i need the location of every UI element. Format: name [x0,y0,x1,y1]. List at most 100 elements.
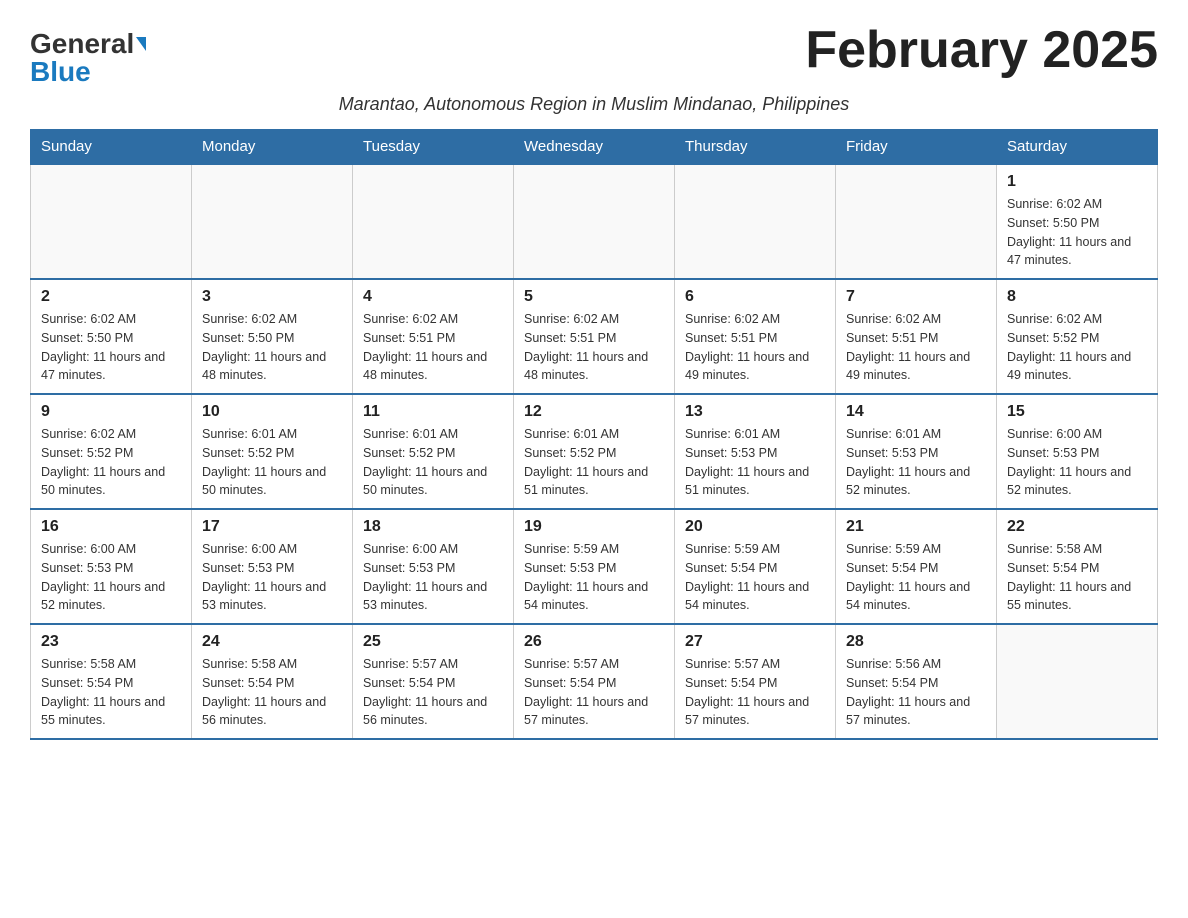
calendar-cell [675,164,836,279]
day-info: Sunrise: 5:59 AM Sunset: 5:54 PM Dayligh… [846,540,986,615]
day-info: Sunrise: 5:58 AM Sunset: 5:54 PM Dayligh… [1007,540,1147,615]
day-number: 27 [685,633,825,651]
title-area: February 2025 [805,20,1158,80]
day-info: Sunrise: 6:01 AM Sunset: 5:53 PM Dayligh… [685,425,825,500]
day-number: 6 [685,288,825,306]
day-info: Sunrise: 6:00 AM Sunset: 5:53 PM Dayligh… [1007,425,1147,500]
day-info: Sunrise: 6:00 AM Sunset: 5:53 PM Dayligh… [363,540,503,615]
day-number: 23 [41,633,181,651]
day-info: Sunrise: 6:00 AM Sunset: 5:53 PM Dayligh… [202,540,342,615]
day-number: 22 [1007,518,1147,536]
day-number: 26 [524,633,664,651]
calendar-cell: 25Sunrise: 5:57 AM Sunset: 5:54 PM Dayli… [353,624,514,739]
calendar-cell: 21 Sunrise: 5:59 AM Sunset: 5:54 PM Dayli… [836,509,997,624]
calendar-cell: 26Sunrise: 5:57 AM Sunset: 5:54 PM Dayli… [514,624,675,739]
day-info: Sunrise: 6:01 AM Sunset: 5:53 PM Dayligh… [846,425,986,500]
calendar-cell: 27 Sunrise: 5:57 AM Sunset: 5:54 PM Dayli… [675,624,836,739]
calendar-cell: 11 Sunrise: 6:01 AM Sunset: 5:52 PM Dayli… [353,394,514,509]
day-number: 9 [41,403,181,421]
day-info: Sunrise: 6:02 AM Sunset: 5:52 PM Dayligh… [41,425,181,500]
calendar-cell: 15 Sunrise: 6:00 AM Sunset: 5:53 PM Dayli… [997,394,1158,509]
calendar-cell: 2 Sunrise: 6:02 AM Sunset: 5:50 PM Daylig… [31,279,192,394]
day-number: 4 [363,288,503,306]
weekday-header-saturday: Saturday [997,130,1158,165]
calendar-cell: 17Sunrise: 6:00 AM Sunset: 5:53 PM Dayli… [192,509,353,624]
calendar-week-row: 16 Sunrise: 6:00 AM Sunset: 5:53 PM Dayli… [31,509,1158,624]
calendar-cell: 20Sunrise: 5:59 AM Sunset: 5:54 PM Dayli… [675,509,836,624]
day-info: Sunrise: 6:02 AM Sunset: 5:51 PM Dayligh… [524,310,664,385]
day-info: Sunrise: 6:01 AM Sunset: 5:52 PM Dayligh… [524,425,664,500]
weekday-header-sunday: Sunday [31,130,192,165]
calendar-cell: 19 Sunrise: 5:59 AM Sunset: 5:53 PM Dayli… [514,509,675,624]
day-number: 20 [685,518,825,536]
calendar-cell [514,164,675,279]
day-number: 21 [846,518,986,536]
day-number: 12 [524,403,664,421]
day-info: Sunrise: 6:02 AM Sunset: 5:51 PM Dayligh… [685,310,825,385]
calendar-cell [997,624,1158,739]
day-number: 24 [202,633,342,651]
logo-triangle-icon [136,37,146,51]
day-info: Sunrise: 5:59 AM Sunset: 5:53 PM Dayligh… [524,540,664,615]
page-header: General Blue February 2025 [30,20,1158,86]
month-title: February 2025 [805,20,1158,80]
calendar-cell [31,164,192,279]
calendar-cell [353,164,514,279]
day-info: Sunrise: 5:56 AM Sunset: 5:54 PM Dayligh… [846,655,986,730]
logo: General Blue [30,20,146,86]
calendar-cell: 23 Sunrise: 5:58 AM Sunset: 5:54 PM Dayli… [31,624,192,739]
day-number: 7 [846,288,986,306]
logo-blue-text: Blue [30,58,91,86]
day-info: Sunrise: 5:57 AM Sunset: 5:54 PM Dayligh… [363,655,503,730]
calendar-cell: 13 Sunrise: 6:01 AM Sunset: 5:53 PM Dayli… [675,394,836,509]
calendar-table: SundayMondayTuesdayWednesdayThursdayFrid… [30,129,1158,740]
calendar-cell: 9 Sunrise: 6:02 AM Sunset: 5:52 PM Daylig… [31,394,192,509]
calendar-cell: 14 Sunrise: 6:01 AM Sunset: 5:53 PM Dayli… [836,394,997,509]
day-number: 3 [202,288,342,306]
weekday-header-wednesday: Wednesday [514,130,675,165]
calendar-cell: 28 Sunrise: 5:56 AM Sunset: 5:54 PM Dayli… [836,624,997,739]
day-number: 19 [524,518,664,536]
day-number: 28 [846,633,986,651]
day-info: Sunrise: 5:57 AM Sunset: 5:54 PM Dayligh… [685,655,825,730]
weekday-header-row: SundayMondayTuesdayWednesdayThursdayFrid… [31,130,1158,165]
day-number: 8 [1007,288,1147,306]
day-number: 11 [363,403,503,421]
day-number: 18 [363,518,503,536]
day-number: 13 [685,403,825,421]
day-info: Sunrise: 5:58 AM Sunset: 5:54 PM Dayligh… [41,655,181,730]
calendar-week-row: 1 Sunrise: 6:02 AM Sunset: 5:50 PM Daylig… [31,164,1158,279]
calendar-week-row: 23 Sunrise: 5:58 AM Sunset: 5:54 PM Dayli… [31,624,1158,739]
day-number: 10 [202,403,342,421]
weekday-header-monday: Monday [192,130,353,165]
calendar-cell: 4 Sunrise: 6:02 AM Sunset: 5:51 PM Daylig… [353,279,514,394]
day-number: 16 [41,518,181,536]
day-info: Sunrise: 6:01 AM Sunset: 5:52 PM Dayligh… [363,425,503,500]
day-info: Sunrise: 6:02 AM Sunset: 5:52 PM Dayligh… [1007,310,1147,385]
calendar-week-row: 2 Sunrise: 6:02 AM Sunset: 5:50 PM Daylig… [31,279,1158,394]
calendar-cell [192,164,353,279]
calendar-cell: 6 Sunrise: 6:02 AM Sunset: 5:51 PM Daylig… [675,279,836,394]
day-number: 5 [524,288,664,306]
day-number: 2 [41,288,181,306]
subtitle: Marantao, Autonomous Region in Muslim Mi… [30,94,1158,115]
day-number: 14 [846,403,986,421]
calendar-body: 1 Sunrise: 6:02 AM Sunset: 5:50 PM Daylig… [31,164,1158,739]
weekday-header-tuesday: Tuesday [353,130,514,165]
day-info: Sunrise: 6:02 AM Sunset: 5:51 PM Dayligh… [363,310,503,385]
calendar-cell: 5 Sunrise: 6:02 AM Sunset: 5:51 PM Daylig… [514,279,675,394]
calendar-cell: 16 Sunrise: 6:00 AM Sunset: 5:53 PM Dayli… [31,509,192,624]
day-info: Sunrise: 6:02 AM Sunset: 5:50 PM Dayligh… [41,310,181,385]
day-number: 15 [1007,403,1147,421]
calendar-week-row: 9 Sunrise: 6:02 AM Sunset: 5:52 PM Daylig… [31,394,1158,509]
day-info: Sunrise: 6:00 AM Sunset: 5:53 PM Dayligh… [41,540,181,615]
calendar-cell: 24Sunrise: 5:58 AM Sunset: 5:54 PM Dayli… [192,624,353,739]
calendar-cell: 3Sunrise: 6:02 AM Sunset: 5:50 PM Daylig… [192,279,353,394]
calendar-cell: 10 Sunrise: 6:01 AM Sunset: 5:52 PM Dayli… [192,394,353,509]
day-info: Sunrise: 6:02 AM Sunset: 5:50 PM Dayligh… [1007,195,1147,270]
day-number: 1 [1007,173,1147,191]
calendar-cell: 12 Sunrise: 6:01 AM Sunset: 5:52 PM Dayli… [514,394,675,509]
calendar-cell: 7Sunrise: 6:02 AM Sunset: 5:51 PM Daylig… [836,279,997,394]
day-info: Sunrise: 6:01 AM Sunset: 5:52 PM Dayligh… [202,425,342,500]
calendar-cell: 8 Sunrise: 6:02 AM Sunset: 5:52 PM Daylig… [997,279,1158,394]
